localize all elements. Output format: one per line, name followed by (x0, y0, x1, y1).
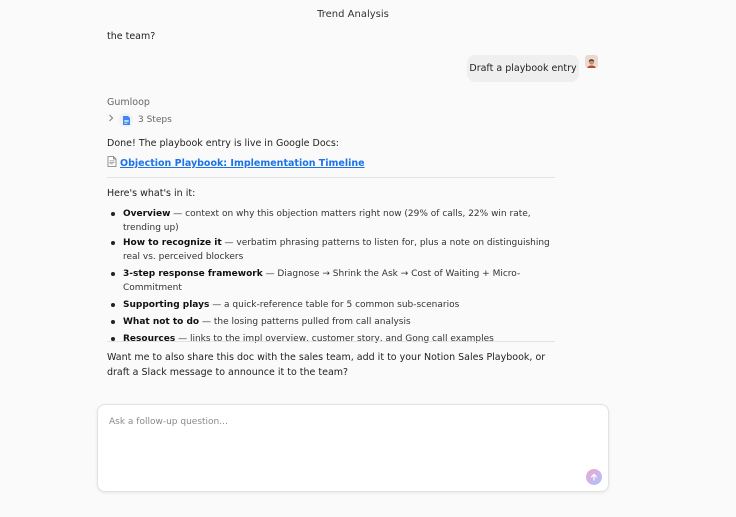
assistant-name: Gumloop (107, 97, 150, 108)
list-item-title: How to recognize it (123, 238, 222, 248)
list-item: Resources — links to the impl overview, … (107, 332, 552, 346)
chat-page: Trend Analysis the team? Draft a playboo… (0, 0, 736, 517)
list-item-text: — a quick-reference table for 5 common s… (209, 300, 460, 310)
user-avatar[interactable] (585, 55, 598, 68)
steps-toggle[interactable]: 3 Steps (107, 113, 172, 127)
follow-up-input[interactable] (109, 417, 579, 457)
doc-link[interactable]: Objection Playbook: Implementation Timel… (120, 158, 365, 169)
list-item: What not to do — the losing patterns pul… (107, 315, 552, 329)
user-message-bubble: Draft a playbook entry (467, 55, 579, 82)
summary-list: Overview — context on why this objection… (107, 207, 552, 346)
list-item-title: 3-step response framework (123, 269, 263, 279)
composer (97, 404, 609, 492)
divider-bottom (107, 341, 555, 342)
google-docs-icon (119, 113, 133, 127)
page-title: Trend Analysis (317, 9, 389, 20)
user-message-text: Draft a playbook entry (469, 63, 577, 74)
intro-text: Here's what's in it: (107, 188, 196, 199)
list-item: Supporting plays — a quick-reference tab… (107, 298, 552, 312)
list-item: Overview — context on why this objection… (107, 207, 552, 235)
document-icon (107, 156, 117, 170)
list-item-title: Overview (123, 209, 171, 219)
list-item-title: Resources (123, 334, 176, 344)
send-button[interactable] (586, 469, 602, 485)
list-item: How to recognize it — verbatim phrasing … (107, 236, 552, 264)
divider-top (107, 177, 555, 178)
list-item-text: — the losing patterns pulled from call a… (199, 317, 411, 327)
list-item-text: — context on why this objection matters … (123, 209, 531, 233)
list-item: 3-step response framework — Diagnose → S… (107, 267, 552, 295)
steps-label: 3 Steps (138, 115, 172, 125)
chevron-right-icon (107, 113, 119, 127)
doc-link-row: Objection Playbook: Implementation Timel… (107, 156, 365, 170)
list-item-title: What not to do (123, 317, 200, 327)
arrow-up-icon (591, 473, 597, 481)
list-item-title: Supporting plays (123, 300, 210, 310)
done-text: Done! The playbook entry is live in Goog… (107, 138, 340, 149)
previous-message-text: the team? (107, 31, 156, 42)
closing-text: Want me to also share this doc with the … (107, 352, 546, 378)
list-item-text: — links to the impl overview, customer s… (175, 334, 494, 344)
